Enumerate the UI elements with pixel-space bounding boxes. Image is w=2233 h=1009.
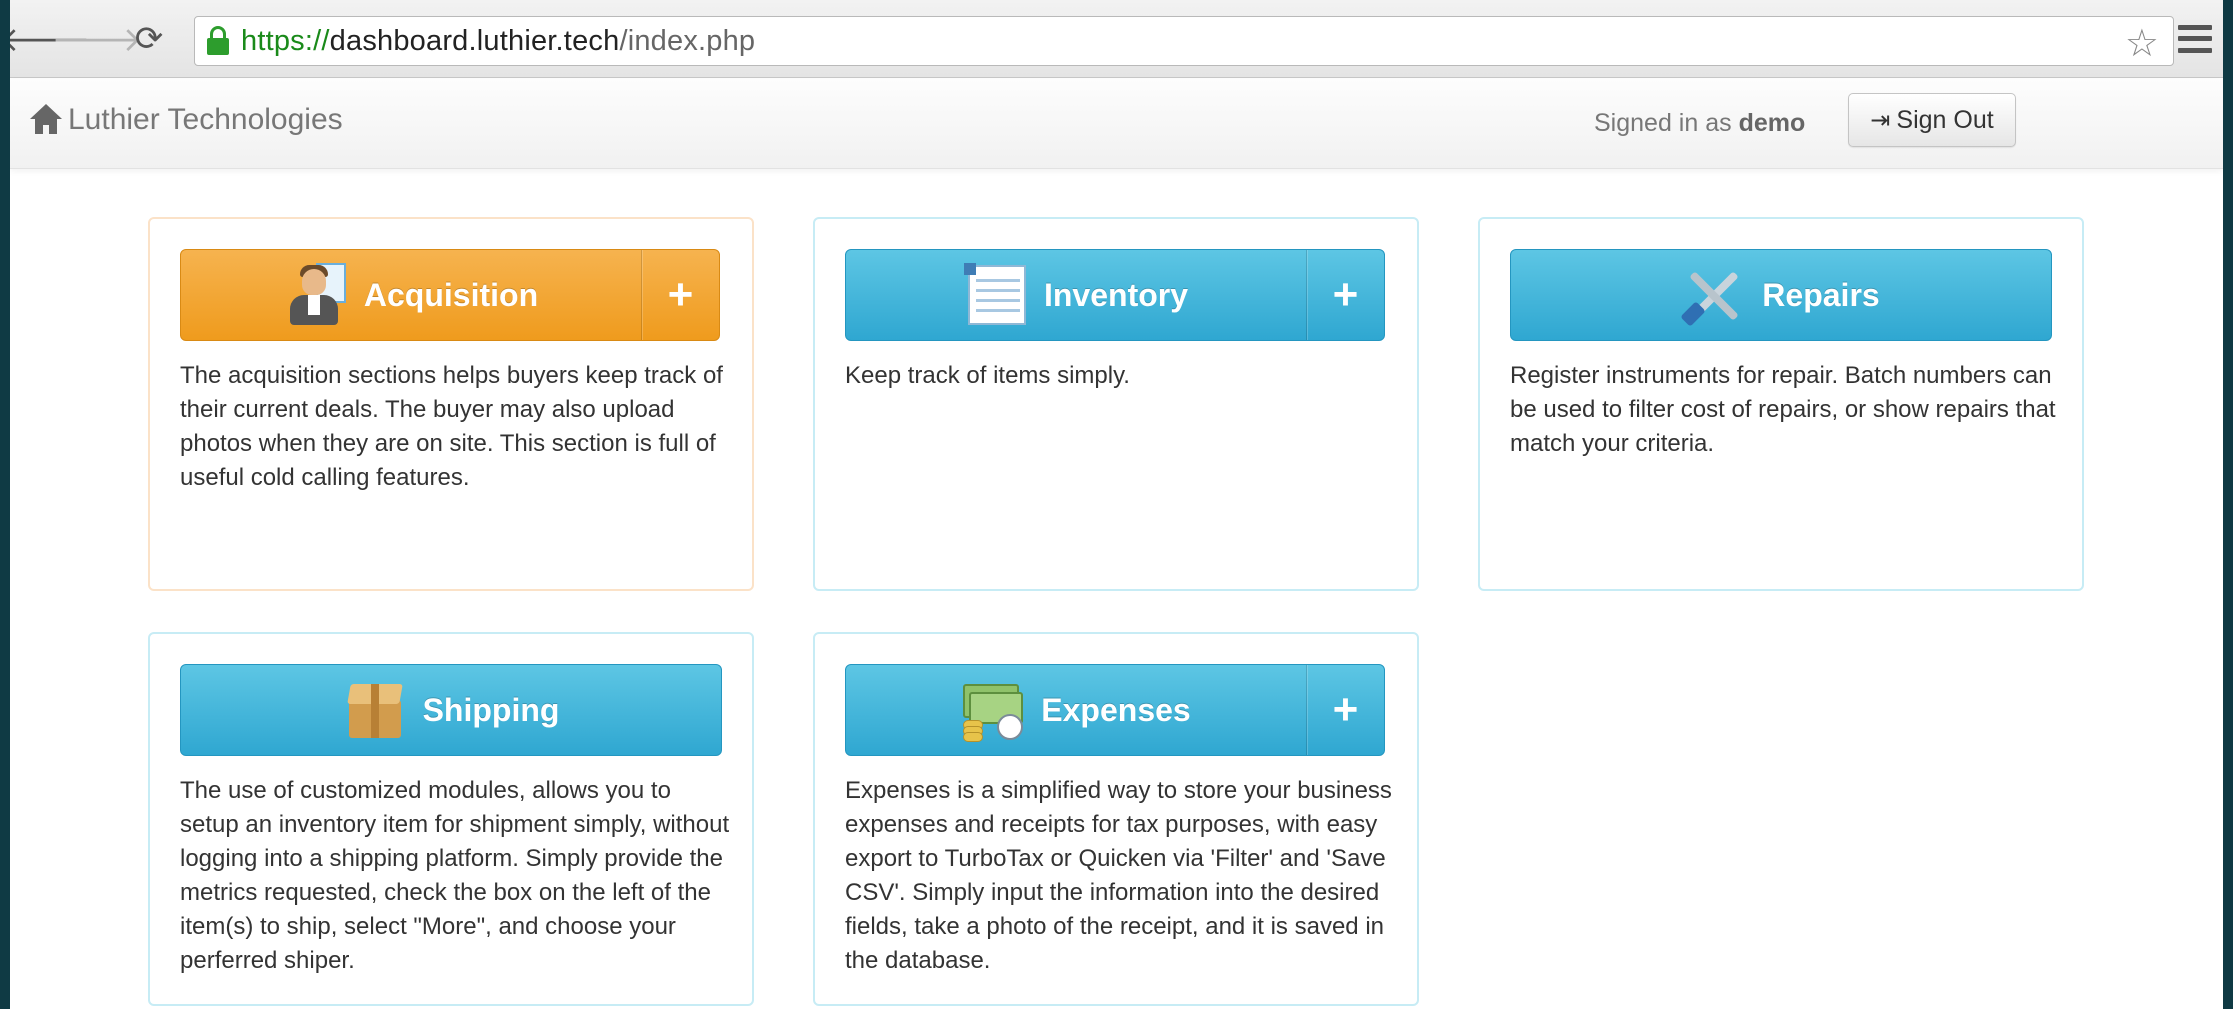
acquisition-description: The acquisition sections helps buyers ke… <box>180 362 723 491</box>
businessman-icon <box>284 263 348 327</box>
sign-out-icon: ⇥ <box>1870 106 1891 134</box>
tools-icon <box>1680 263 1746 327</box>
brand-name: Luthier Technologies <box>68 103 343 136</box>
inventory-description: Keep track of items simply. <box>845 362 1130 389</box>
lock-icon <box>207 26 229 56</box>
acquisition-add-button[interactable]: + <box>641 250 719 340</box>
expenses-open[interactable]: Expenses <box>846 665 1306 755</box>
acquisition-open[interactable]: Acquisition <box>181 250 641 340</box>
shipping-open[interactable]: Shipping <box>181 665 721 755</box>
list-icon <box>963 263 1028 327</box>
reload-icon[interactable]: ⟳ <box>128 18 170 60</box>
url-scheme: https:// <box>241 24 330 57</box>
inventory-add-button[interactable]: + <box>1306 250 1384 340</box>
browser-toolbar: 🡐 🡒 ⟳ https://dashboard.luthier.tech/ind… <box>10 0 2223 78</box>
card-shipping: Shipping The use of customized modules, … <box>148 632 754 1006</box>
inventory-button[interactable]: Inventory + <box>845 249 1385 341</box>
repairs-title: Repairs <box>1762 276 1880 313</box>
acquisition-title: Acquisition <box>363 276 539 313</box>
signed-in-prefix: Signed in as <box>1594 109 1732 137</box>
url-host: dashboard.luthier.tech <box>329 24 620 57</box>
bookmark-star-icon[interactable]: ☆ <box>2125 21 2159 66</box>
url-text: https://dashboard.luthier.tech/index.php <box>241 25 755 58</box>
repairs-open[interactable]: Repairs <box>1511 250 2051 340</box>
signed-in-status: Signed in as demo <box>1594 109 1805 138</box>
username: demo <box>1738 109 1806 137</box>
browser-menu-icon[interactable] <box>2178 22 2212 56</box>
inventory-title: Inventory <box>1043 276 1189 313</box>
inventory-open[interactable]: Inventory <box>846 250 1306 340</box>
home-icon <box>30 104 62 136</box>
shipping-description: The use of customized modules, allows yo… <box>180 777 730 974</box>
forward-arrow-icon[interactable]: 🡒 <box>51 18 142 60</box>
acquisition-button[interactable]: Acquisition + <box>180 249 720 341</box>
box-icon <box>343 678 407 742</box>
expenses-button[interactable]: Expenses + <box>845 664 1385 756</box>
url-path: /index.php <box>619 24 756 57</box>
shipping-title: Shipping <box>422 691 560 728</box>
shipping-button[interactable]: Shipping <box>180 664 722 756</box>
repairs-button[interactable]: Repairs <box>1510 249 2052 341</box>
card-repairs: Repairs Register instruments for repair.… <box>1478 217 2084 591</box>
money-icon <box>961 678 1025 742</box>
sign-out-label: Sign Out <box>1896 105 1994 134</box>
expenses-add-button[interactable]: + <box>1306 665 1384 755</box>
card-expenses: Expenses + Expenses is a simplified way … <box>813 632 1419 1006</box>
repairs-description: Register instruments for repair. Batch n… <box>1510 362 2056 457</box>
expenses-description: Expenses is a simplified way to store yo… <box>845 777 1392 974</box>
sign-out-button[interactable]: ⇥ Sign Out <box>1848 93 2016 147</box>
expenses-title: Expenses <box>1041 691 1191 728</box>
card-inventory: Inventory + Keep track of items simply. <box>813 217 1419 591</box>
address-bar[interactable]: https://dashboard.luthier.tech/index.php… <box>194 16 2174 66</box>
browser-window: 🡐 🡒 ⟳ https://dashboard.luthier.tech/ind… <box>10 0 2223 1009</box>
brand-link[interactable]: Luthier Technologies <box>30 103 343 137</box>
app-navbar: Luthier Technologies Signed in as demo ⇥… <box>10 79 2223 169</box>
card-acquisition: Acquisition + The acquisition sections h… <box>148 217 754 591</box>
